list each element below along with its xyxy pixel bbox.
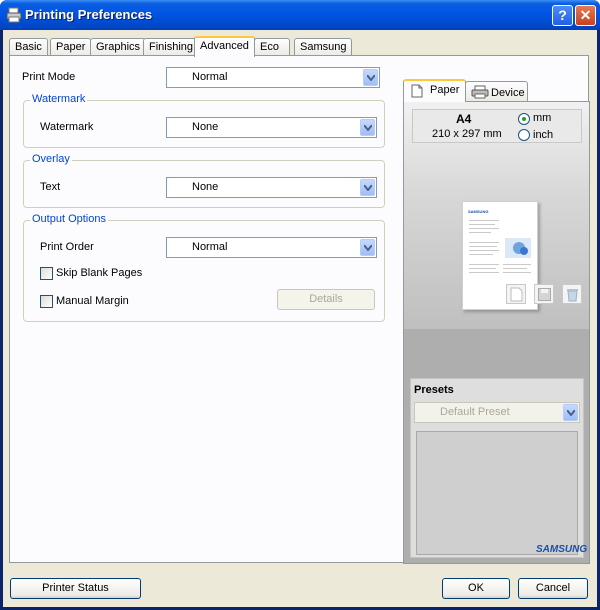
presets-title: Presets [414, 384, 454, 396]
printing-preferences-window: Printing Preferences ? ✕ Basic Paper Gra… [0, 0, 600, 610]
print-mode-select[interactable]: Normal [166, 67, 380, 88]
tab-preview-paper[interactable]: Paper [403, 79, 466, 102]
tab-eco[interactable]: Eco [254, 38, 290, 55]
print-mode-label: Print Mode [22, 71, 76, 83]
overlay-select[interactable]: None [166, 177, 377, 198]
watermark-group: Watermark Watermark None [23, 93, 385, 148]
print-order-value: Normal [192, 241, 228, 253]
tab-preview-device-label: Device [491, 87, 525, 99]
print-order-label: Print Order [40, 241, 94, 253]
tab-samsung[interactable]: Samsung [294, 38, 353, 55]
tab-finishing[interactable]: Finishing [143, 38, 200, 55]
tab-advanced[interactable]: Advanced [194, 36, 255, 57]
recycle-bin-icon [567, 289, 578, 302]
cancel-button[interactable]: Cancel [518, 578, 588, 599]
watermark-select[interactable]: None [166, 117, 377, 138]
advanced-panel: Print Mode Normal Watermark Watermark No… [9, 55, 590, 564]
new-preset-button[interactable] [506, 284, 526, 304]
paper-preview-panel: A4 210 x 297 mm mm inch SAMSUNG Presets … [403, 101, 590, 564]
paper-info-box: A4 210 x 297 mm mm inch [412, 109, 582, 143]
dialog-client: Basic Paper Graphics Finishing Advanced … [3, 30, 597, 607]
overlay-group: Overlay Text None [23, 153, 385, 208]
details-button[interactable]: Details [277, 289, 375, 310]
manual-margin-checkbox[interactable] [40, 295, 53, 308]
delete-preset-button[interactable] [562, 284, 582, 304]
tab-preview-device[interactable]: Device [465, 81, 528, 101]
title-bar[interactable]: Printing Preferences ? ✕ [0, 0, 600, 30]
preset-list[interactable] [416, 431, 578, 555]
overlay-value: None [192, 181, 219, 193]
print-mode-value: Normal [192, 71, 228, 83]
unit-mm-label: mm [533, 112, 552, 124]
window-title: Printing Preferences [25, 7, 153, 22]
close-icon: ✕ [579, 7, 592, 23]
thumb-brand-logo: SAMSUNG [468, 209, 489, 214]
page-preview-thumbnail: SAMSUNG [462, 201, 538, 310]
watermark-value: None [192, 121, 219, 133]
paper-size: A4 [456, 112, 472, 126]
paper-dimensions: 210 x 297 mm [432, 128, 502, 140]
save-preset-button[interactable] [534, 284, 554, 304]
chevron-down-icon [360, 239, 375, 256]
watermark-group-title: Watermark [30, 93, 88, 105]
tab-preview-paper-label: Paper [430, 84, 460, 96]
preset-value: Default Preset [440, 406, 510, 418]
chevron-down-icon [360, 179, 375, 196]
overlay-group-title: Overlay [30, 153, 72, 165]
help-icon: ? [558, 7, 567, 23]
output-options-title: Output Options [30, 213, 108, 225]
printer-icon [6, 7, 22, 23]
thumb-image [505, 238, 531, 258]
tab-paper[interactable]: Paper [50, 38, 92, 55]
preview-pane: Paper Device A4 210 x 297 mm mm inch SAM… [403, 76, 590, 564]
unit-inch-label: inch [533, 129, 554, 141]
chevron-down-icon [363, 69, 378, 86]
print-order-select[interactable]: Normal [166, 237, 377, 258]
save-icon [538, 288, 551, 301]
skip-blank-pages-label: Skip Blank Pages [56, 267, 143, 279]
samsung-logo: SAMSUNG [536, 544, 588, 555]
tab-graphics[interactable]: Graphics [90, 38, 147, 55]
presets-section: Presets Default Preset [410, 378, 584, 558]
skip-blank-pages-checkbox[interactable] [40, 267, 53, 280]
printer-status-button[interactable]: Printer Status [10, 578, 141, 599]
close-button[interactable]: ✕ [575, 5, 596, 26]
chevron-down-icon [360, 119, 375, 136]
preset-select[interactable]: Default Preset [414, 402, 580, 423]
watermark-label: Watermark [40, 121, 94, 133]
manual-margin-label: Manual Margin [56, 295, 129, 307]
chevron-down-icon [563, 404, 578, 421]
unit-mm-radio[interactable] [518, 113, 530, 125]
help-button[interactable]: ? [552, 5, 573, 26]
new-document-icon [510, 287, 523, 302]
printer-device-icon [471, 85, 489, 99]
ok-button[interactable]: OK [442, 578, 510, 599]
page-icon [411, 84, 423, 98]
output-options-group: Output Options Print Order Normal Skip B… [23, 213, 385, 322]
tab-basic[interactable]: Basic [9, 38, 48, 55]
overlay-text-label: Text [40, 181, 61, 193]
unit-inch-radio[interactable] [518, 129, 530, 141]
